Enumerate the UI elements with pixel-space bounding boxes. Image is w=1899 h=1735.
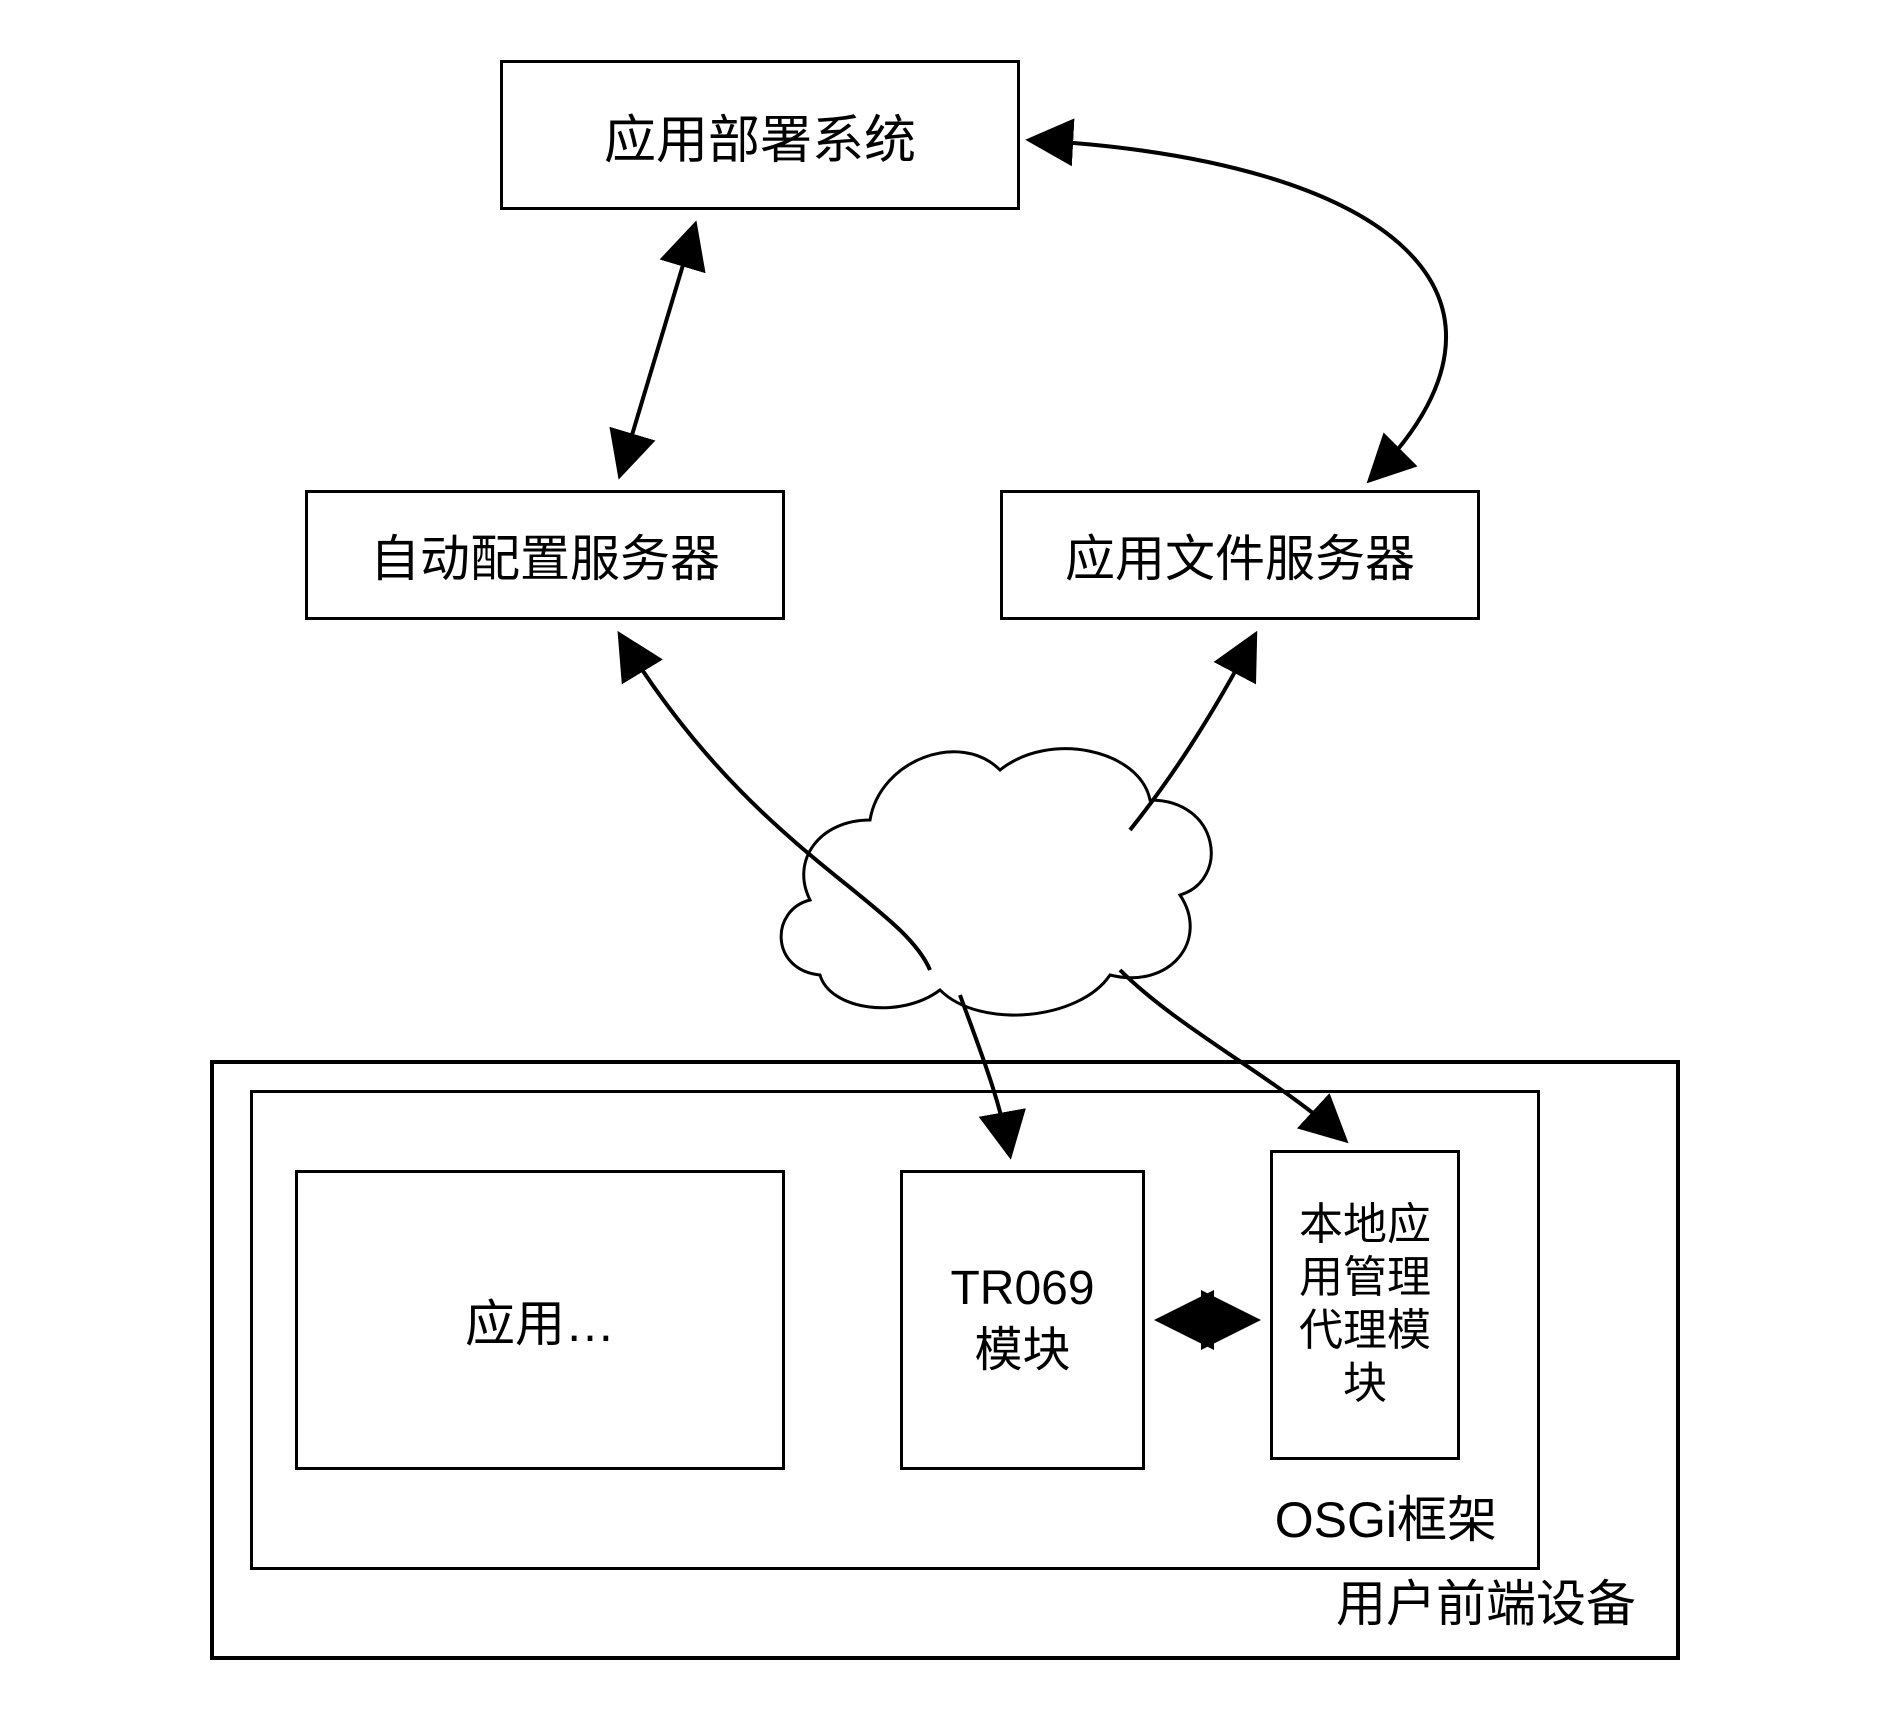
- auto-config-server-box: 自动配置服务器: [305, 490, 785, 620]
- tr069-label: TR069 模块: [950, 1258, 1094, 1383]
- deploy-system-box: 应用部署系统: [500, 60, 1020, 210]
- app-box: 应用…: [295, 1170, 785, 1470]
- cpe-label: 用户前端设备: [1336, 1564, 1636, 1636]
- auto-config-server-label: 自动配置服务器: [370, 519, 720, 591]
- cloud-icon: [781, 749, 1211, 1015]
- app-file-server-box: 应用文件服务器: [1000, 490, 1480, 620]
- local-agent-label: 本地应 用管理 代理模 块: [1299, 1199, 1431, 1410]
- app-label: 应用…: [465, 1284, 615, 1356]
- deploy-system-label: 应用部署系统: [604, 98, 916, 173]
- app-file-server-label: 应用文件服务器: [1065, 519, 1415, 591]
- tr069-box: TR069 模块: [900, 1170, 1145, 1470]
- local-agent-box: 本地应 用管理 代理模 块: [1270, 1150, 1460, 1460]
- osgi-label: OSGi框架: [1275, 1480, 1497, 1552]
- internet-label: Internet: [923, 800, 1123, 855]
